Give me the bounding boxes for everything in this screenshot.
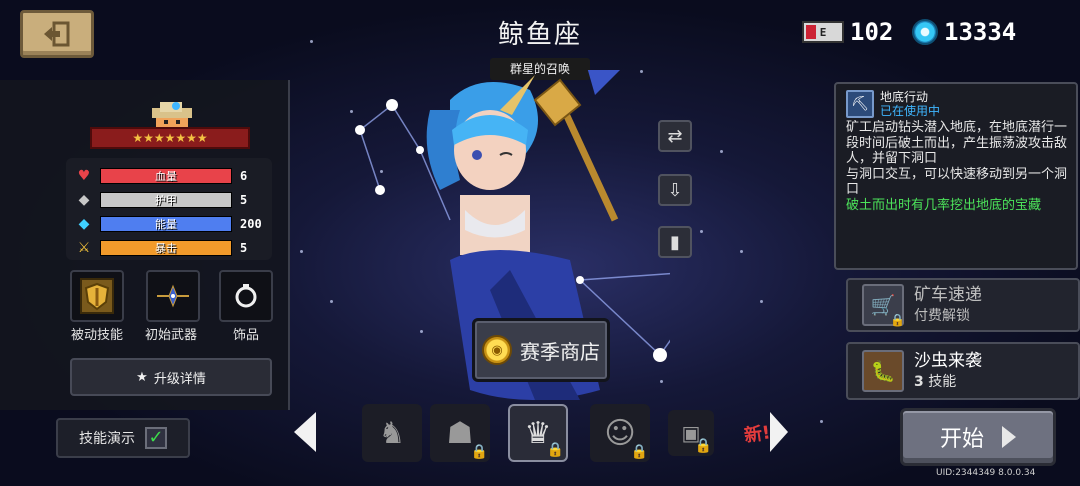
active-skill-card: ⛏ 地底行动 已在使用中 矿工启动钻头潜入地底，在地底潜行一段时间后破土而出，产… xyxy=(834,82,1078,270)
energy-value: 102 xyxy=(850,18,894,46)
star-dot xyxy=(760,300,763,303)
stat-bar: 血量 xyxy=(100,168,232,184)
skill-demo-label: 技能演示 xyxy=(79,431,135,447)
ring-icon xyxy=(235,284,257,308)
start-button[interactable]: 开始 xyxy=(900,408,1056,466)
skin-thumb-selected[interactable]: ♛ 🔒 xyxy=(508,404,568,462)
skin-thumb[interactable]: ☗ 🔒 xyxy=(430,404,490,462)
character-avatar xyxy=(152,102,192,128)
energy-counter: E 102 xyxy=(802,18,893,46)
gem-icon xyxy=(912,19,938,45)
skill-desc-highlight: 破土而出时有几率挖出地底的宝藏 xyxy=(846,197,1042,213)
lock-icon: 🔒 xyxy=(890,313,905,327)
star-icon: ★ xyxy=(136,369,148,385)
paint-roller-icon: ▮ xyxy=(670,231,680,253)
skill-status: 已在使用中 xyxy=(880,104,941,118)
paint-button[interactable]: ▮ xyxy=(658,226,692,258)
passive-skill-slot[interactable] xyxy=(70,270,124,322)
lock-icon: 🔒 xyxy=(546,442,564,458)
download-button[interactable]: ⇩ xyxy=(658,174,692,206)
minecart-skill-icon: 🛒 🔒 xyxy=(862,284,905,327)
stat-bar: 暴击 xyxy=(100,240,232,256)
energy-crystal-icon: ◆ xyxy=(78,216,90,232)
stats-box: ♥ 血量 6 ◆ 护甲 5 ◆ 能量 200 ⚔ 暴击 5 xyxy=(66,158,272,260)
skin-thumb[interactable]: ▣ 🔒 xyxy=(668,410,714,456)
season-shop-button[interactable]: ◉ 赛季商店 xyxy=(472,318,610,382)
shield-icon: ◆ xyxy=(78,192,90,208)
download-icon: ⇩ xyxy=(667,179,683,201)
skill-option-minecart[interactable]: 🛒 🔒 矿车速递 付费解锁 xyxy=(846,278,1080,332)
lock-icon: 🔒 xyxy=(630,444,648,460)
swap-icon: ⇄ xyxy=(667,125,683,147)
star-dot xyxy=(720,150,723,153)
energy-icon: E xyxy=(802,21,844,43)
star-dot xyxy=(740,250,743,253)
skin-silhouette-icon: ♞ xyxy=(378,415,406,451)
stat-row: ♥ 血量 6 xyxy=(74,164,264,188)
skill-count: 3 xyxy=(914,373,924,390)
crit-icon: ⚔ xyxy=(77,240,91,256)
rank-ribbon: ★★★★★★★ xyxy=(90,127,250,149)
spear-weapon-icon xyxy=(157,284,189,308)
stat-label: 能量 xyxy=(155,218,177,231)
accessory-label: 饰品 xyxy=(232,328,259,343)
heart-icon: ♥ xyxy=(77,168,91,184)
stat-label: 血量 xyxy=(155,170,177,183)
skill-option-sub: 付费解锁 xyxy=(914,307,970,324)
stat-value: 5 xyxy=(240,241,248,255)
star-dot xyxy=(700,230,703,233)
upgrade-details-label: 升级详情 xyxy=(153,371,206,387)
shield-emblem-icon xyxy=(80,278,114,314)
stat-row: ⚔ 暴击 5 xyxy=(74,236,264,260)
skill-option-name: 矿车速递 xyxy=(914,284,982,305)
skill-name: 地底行动 xyxy=(880,90,929,104)
skill-description: 矿工启动钻头潜入地底，在地底潜行一段时间后破土而出，产生振荡波攻击敌人，并留下洞… xyxy=(846,120,1068,250)
stat-value: 5 xyxy=(240,193,248,207)
user-id: UID:2344349 8.0.0.34 xyxy=(936,468,1036,478)
skill-option-name: 沙虫来袭 xyxy=(914,350,982,371)
initial-weapon-slot[interactable] xyxy=(146,270,200,322)
drill-skill-icon: ⛏ xyxy=(846,90,874,118)
gem-counter: 13334 xyxy=(912,18,1016,46)
star-dot xyxy=(820,420,823,423)
skill-desc-line1: 矿工启动钻头潜入地底，在地底潜行一段时间后破土而出，产生振荡波攻击敌人，并留下洞… xyxy=(846,120,1068,166)
play-arrow-icon xyxy=(1002,426,1016,448)
skill-desc-line2: 与洞口交互，可以快速移动到另一个洞口 xyxy=(846,166,1068,198)
stat-label: 暴击 xyxy=(155,242,177,255)
skin-thumb[interactable]: ☺ 🔒 xyxy=(590,404,650,462)
sandworm-skill-icon: 🐛 xyxy=(862,350,904,392)
rank-stars: ★★★★★★★ xyxy=(132,131,208,145)
passive-skill-label: 被动技能 xyxy=(70,328,123,343)
initial-weapon-label: 初始武器 xyxy=(144,328,197,343)
coin-icon: ◉ xyxy=(482,335,512,365)
lock-icon: 🔒 xyxy=(470,444,488,460)
gem-value: 13334 xyxy=(944,18,1017,46)
season-shop-label: 赛季商店 xyxy=(520,339,600,364)
swap-button[interactable]: ⇄ xyxy=(658,120,692,152)
accessory-slot[interactable] xyxy=(219,270,273,322)
stat-bar: 护甲 xyxy=(100,192,232,208)
start-label: 开始 xyxy=(939,427,984,452)
stat-row: ◆ 能量 200 xyxy=(74,212,264,236)
skin-thumb[interactable]: ♞ xyxy=(362,404,422,462)
star-dot xyxy=(300,250,303,253)
stat-bar: 能量 xyxy=(100,216,232,232)
stat-row: ◆ 护甲 5 xyxy=(74,188,264,212)
skill-option-sub: 技能 xyxy=(928,373,957,390)
stat-value: 200 xyxy=(240,217,262,231)
skill-demo-checkbox[interactable]: ✓ xyxy=(145,427,167,449)
stat-value: 6 xyxy=(240,169,248,183)
prev-skin-arrow[interactable] xyxy=(294,412,316,452)
new-badge: 新! xyxy=(742,422,772,447)
lock-icon: 🔒 xyxy=(694,438,712,454)
skill-option-sandworm[interactable]: 🐛 沙虫来袭 3 技能 xyxy=(846,342,1080,400)
skin-silhouette-icon: ☗ xyxy=(446,415,474,451)
skill-demo-toggle[interactable]: 技能演示 ✓ xyxy=(56,418,190,458)
next-skin-arrow[interactable] xyxy=(770,412,788,452)
upgrade-details-button[interactable]: ★ 升级详情 xyxy=(70,358,272,396)
stat-label: 护甲 xyxy=(155,194,177,207)
